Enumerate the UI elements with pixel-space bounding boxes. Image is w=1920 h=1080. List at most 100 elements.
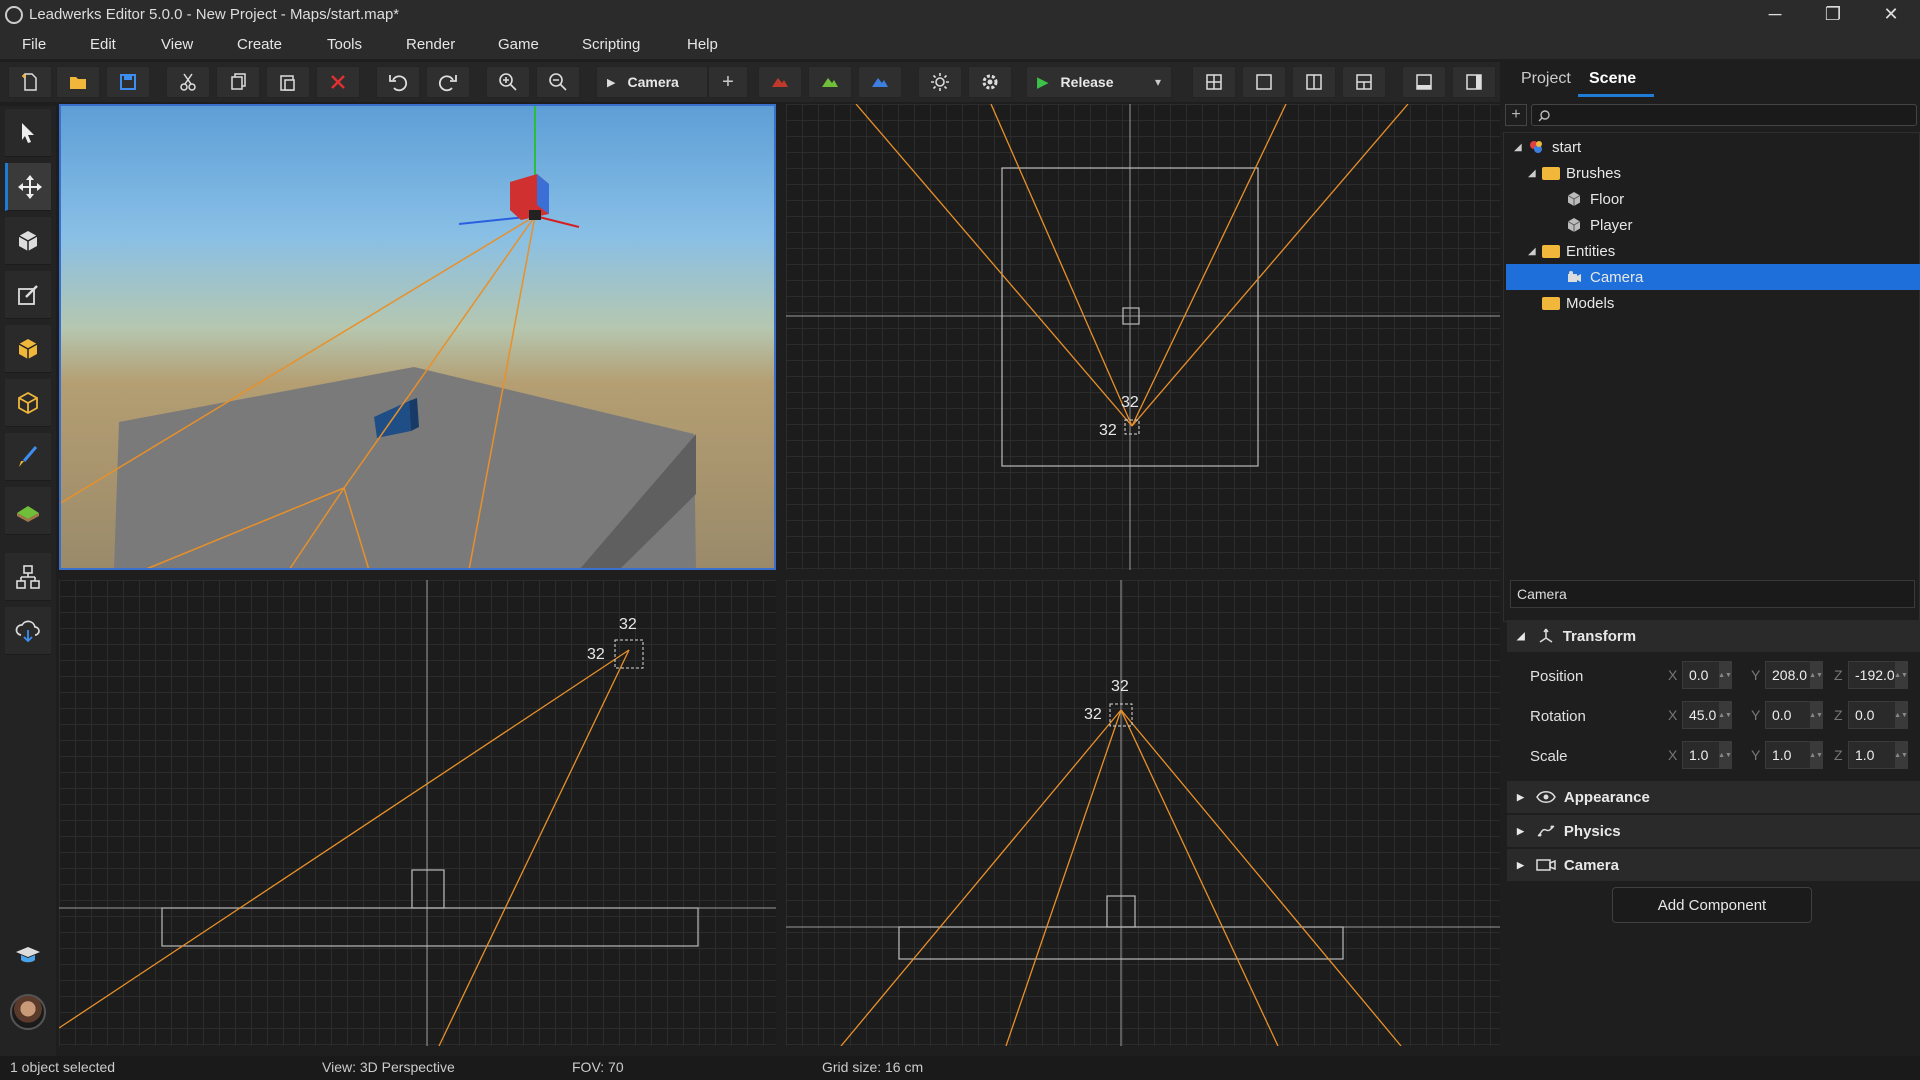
spinner-icon[interactable]: ▲▼ xyxy=(1718,702,1732,728)
edit-tool-button[interactable] xyxy=(5,271,51,319)
maximize-button[interactable]: ❐ xyxy=(1804,0,1862,29)
paint-tool-button[interactable] xyxy=(5,433,51,481)
add-component-button[interactable]: Add Component xyxy=(1612,887,1812,923)
spinner-icon[interactable]: ▲▼ xyxy=(1809,702,1823,728)
menu-game[interactable]: Game xyxy=(498,36,539,53)
tree-item-player[interactable]: Player xyxy=(1566,212,1920,238)
position-y-field[interactable]: 208.0 ▲▼ xyxy=(1765,661,1823,689)
physics-section-header[interactable]: ▶ Physics xyxy=(1507,815,1920,847)
spinner-icon[interactable]: ▲▼ xyxy=(1894,702,1908,728)
menu-file[interactable]: File xyxy=(22,36,46,53)
settings-button[interactable] xyxy=(968,66,1012,98)
paste-button[interactable] xyxy=(266,66,310,98)
tutorials-button[interactable] xyxy=(5,931,51,979)
scene-blue-button[interactable] xyxy=(858,66,902,98)
add-entity-button[interactable]: + xyxy=(1505,104,1527,126)
tree-item-brushes[interactable]: ◢ Brushes xyxy=(1528,160,1920,186)
wireframe-box-tool-button[interactable] xyxy=(5,379,51,427)
sun-icon xyxy=(931,73,949,91)
spinner-icon[interactable]: ▲▼ xyxy=(1894,742,1908,768)
scale-z-field[interactable]: 1.0 ▲▼ xyxy=(1848,741,1908,769)
expand-arrow-icon[interactable]: ◢ xyxy=(1514,142,1528,153)
position-z-value: -192.0 xyxy=(1855,667,1895,683)
save-button[interactable] xyxy=(106,66,150,98)
tree-item-floor[interactable]: Floor xyxy=(1566,186,1920,212)
scene-green-button[interactable] xyxy=(808,66,852,98)
toggle-bottom-panel-button[interactable] xyxy=(1402,66,1446,98)
viewport-top[interactable]: 32 32 xyxy=(786,104,1500,570)
search-field[interactable] xyxy=(1531,104,1917,126)
position-x-field[interactable]: 0.0 ▲▼ xyxy=(1682,661,1732,689)
position-z-field[interactable]: -192.0 ▲▼ xyxy=(1848,661,1908,689)
camera-dropdown[interactable]: ▶ Camera xyxy=(596,66,708,98)
scale-label: Scale xyxy=(1530,747,1568,765)
layout-quad-button[interactable] xyxy=(1192,66,1236,98)
terrain-tool-button[interactable] xyxy=(5,487,51,535)
scene-red-button[interactable] xyxy=(758,66,802,98)
new-file-button[interactable] xyxy=(8,66,52,98)
menu-tools[interactable]: Tools xyxy=(327,36,362,53)
zoom-in-button[interactable] xyxy=(486,66,530,98)
tree-item-models[interactable]: Models xyxy=(1542,290,1920,316)
open-file-button[interactable] xyxy=(56,66,100,98)
viewport-perspective[interactable] xyxy=(59,104,776,570)
user-avatar-button[interactable] xyxy=(5,988,51,1036)
menu-help[interactable]: Help xyxy=(687,36,718,53)
layout-single-button[interactable] xyxy=(1242,66,1286,98)
spinner-icon[interactable]: ▲▼ xyxy=(1718,662,1732,688)
menu-render[interactable]: Render xyxy=(406,36,455,53)
tab-project[interactable]: Project xyxy=(1521,70,1571,88)
menu-edit[interactable]: Edit xyxy=(90,36,116,53)
hierarchy-tool-button[interactable] xyxy=(5,553,51,601)
spinner-icon[interactable]: ▲▼ xyxy=(1809,662,1823,688)
spinner-icon[interactable]: ▲▼ xyxy=(1809,742,1823,768)
tab-scene[interactable]: Scene xyxy=(1589,70,1636,88)
folder-icon xyxy=(1542,166,1560,180)
redo-button[interactable] xyxy=(426,66,470,98)
gear-icon xyxy=(982,74,998,90)
lighting-button[interactable] xyxy=(918,66,962,98)
appearance-section-header[interactable]: ▶ Appearance xyxy=(1507,781,1920,813)
rotation-y-field[interactable]: 0.0 ▲▼ xyxy=(1765,701,1823,729)
scale-y-field[interactable]: 1.0 ▲▼ xyxy=(1765,741,1823,769)
zoom-out-button[interactable] xyxy=(536,66,580,98)
layout-vertical-button[interactable] xyxy=(1292,66,1336,98)
add-camera-button[interactable]: + xyxy=(708,66,748,98)
tree-item-camera[interactable]: Camera xyxy=(1506,264,1920,290)
viewport-front[interactable]: 32 32 xyxy=(786,580,1500,1046)
spinner-icon[interactable]: ▲▼ xyxy=(1894,662,1908,688)
viewport-side[interactable]: 32 32 xyxy=(59,580,776,1046)
tree-item-entities[interactable]: ◢ Entities xyxy=(1528,238,1920,264)
menu-create[interactable]: Create xyxy=(237,36,282,53)
scale-x-field[interactable]: 1.0 ▲▼ xyxy=(1682,741,1732,769)
rotation-x-field[interactable]: 45.0 ▲▼ xyxy=(1682,701,1732,729)
select-tool-button[interactable] xyxy=(5,109,51,157)
expand-arrow-icon[interactable]: ◢ xyxy=(1528,168,1542,179)
tree-item-start[interactable]: ◢ start xyxy=(1514,134,1920,160)
cloud-download-button[interactable] xyxy=(5,607,51,655)
close-window-button[interactable]: ✕ xyxy=(1862,0,1920,29)
cut-button[interactable] xyxy=(166,66,210,98)
run-config-dropdown[interactable]: ▶ Release ▾ xyxy=(1026,66,1172,98)
run-config-label: Release xyxy=(1060,74,1114,90)
box-tool-button[interactable] xyxy=(5,325,51,373)
expand-arrow-icon[interactable]: ◢ xyxy=(1528,246,1542,257)
delete-button[interactable] xyxy=(316,66,360,98)
transform-section-header[interactable]: ◢ Transform xyxy=(1507,620,1920,652)
axis-z-label: Z xyxy=(1834,707,1843,723)
camera-section-header[interactable]: ▶ Camera xyxy=(1507,849,1920,881)
move-tool-button[interactable] xyxy=(5,163,51,211)
rotation-z-field[interactable]: 0.0 ▲▼ xyxy=(1848,701,1908,729)
undo-button[interactable] xyxy=(376,66,420,98)
menu-scripting[interactable]: Scripting xyxy=(582,36,640,53)
new-file-icon xyxy=(22,73,37,91)
copy-button[interactable] xyxy=(216,66,260,98)
layout-three-button[interactable] xyxy=(1342,66,1386,98)
menu-view[interactable]: View xyxy=(161,36,193,53)
spinner-icon[interactable]: ▲▼ xyxy=(1718,742,1732,768)
minimize-button[interactable]: ─ xyxy=(1746,0,1804,29)
entity-name-field[interactable]: Camera xyxy=(1510,580,1915,608)
tree-item-label: Models xyxy=(1566,294,1615,312)
toggle-side-panel-button[interactable] xyxy=(1452,66,1496,98)
brush-create-tool-button[interactable] xyxy=(5,217,51,265)
